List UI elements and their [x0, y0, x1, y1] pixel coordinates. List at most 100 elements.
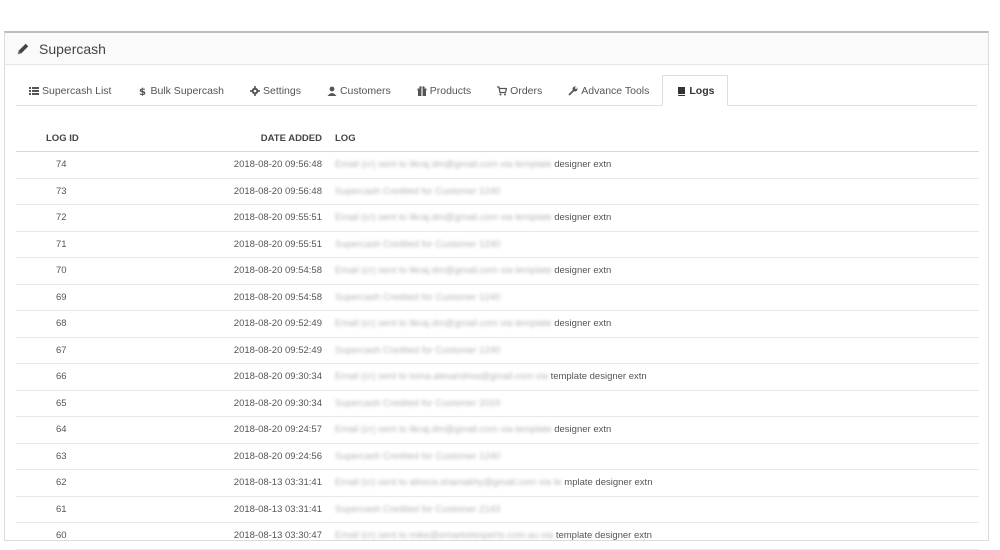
log-text: designer extn — [554, 265, 612, 277]
date-added-cell: 2018-08-13 03:31:41 — [137, 469, 334, 497]
cart-icon — [497, 85, 510, 96]
table-row: 63 2018-08-20 09:24:56 Supercash Credited … — [16, 443, 979, 470]
user-icon — [327, 86, 340, 96]
table-row: 71 2018-08-20 09:55:51 Supercash Credited … — [16, 231, 979, 258]
table-row: 67 2018-08-20 09:52:49 Supercash Credited … — [16, 337, 979, 364]
date-added-cell: 2018-08-20 09:56:48 — [137, 178, 334, 205]
list-icon — [29, 86, 42, 96]
log-text-redacted: Supercash Credited for Customer 1240 — [335, 185, 501, 197]
log-id-cell: 61 — [16, 496, 137, 523]
svg-text:$: $ — [139, 87, 146, 96]
date-added-cell: 2018-08-20 09:24:56 — [137, 443, 334, 470]
log-id-cell: 66 — [16, 363, 137, 391]
table-row: 61 2018-08-13 03:31:41 Supercash Credited … — [16, 496, 979, 523]
tab-advance-tools[interactable]: Advance Tools — [555, 76, 662, 105]
table-row: 66 2018-08-20 09:30:34 Email (cr) sent to … — [16, 363, 979, 391]
tab-label: Orders — [510, 84, 543, 97]
tab-label: Products — [429, 84, 472, 97]
log-text-redacted: Email (cr) sent to mike@emarketexperts.c… — [335, 530, 554, 542]
column-header-log-id[interactable]: LOG ID — [16, 125, 137, 152]
date-added-cell: 2018-08-20 09:52:49 — [137, 310, 334, 338]
log-text-redacted: Email (cr) sent to likraj.dm@gmail.com v… — [335, 212, 552, 224]
book-icon — [676, 86, 689, 96]
log-cell: Supercash Credited for Customer 1240 — [334, 178, 979, 205]
tab-label: Settings — [263, 84, 301, 97]
log-id-cell: 69 — [16, 284, 137, 311]
panel-title: Supercash — [39, 40, 106, 57]
log-id-cell: 65 — [16, 390, 137, 417]
date-added-cell: 2018-08-20 09:55:51 — [137, 204, 334, 232]
date-added-cell: 2018-08-20 09:54:58 — [137, 257, 334, 285]
log-id-cell: 67 — [16, 337, 137, 364]
log-text-redacted: Email (cr) sent to likraj.dm@gmail.com v… — [335, 424, 552, 436]
log-id-cell: 73 — [16, 178, 137, 205]
log-text-redacted: Supercash Credited for Customer 2143 — [335, 503, 501, 515]
tab-orders[interactable]: Orders — [484, 76, 555, 105]
log-cell: Email (cr) sent to toma.alexandrea@gmail… — [334, 363, 979, 391]
log-text-redacted: Supercash Credited for Customer 1240 — [335, 291, 501, 303]
pencil-icon — [17, 43, 29, 54]
tab-label: Bulk Supercash — [150, 84, 225, 97]
dollar-icon: $ — [137, 86, 150, 96]
tab-bulk-supercash[interactable]: $ Bulk Supercash — [124, 76, 237, 105]
column-header-date-added[interactable]: DATE ADDED — [137, 125, 334, 152]
log-cell: Email (cr) sent to alireza.shamakhy@gmai… — [334, 469, 979, 497]
log-id-cell: 68 — [16, 310, 137, 338]
supercash-panel: Supercash Supercash List $ Bulk Supercash S… — [4, 31, 989, 550]
date-added-cell: 2018-08-20 09:30:34 — [137, 363, 334, 391]
log-text-redacted: Supercash Credited for Customer 1240 — [335, 450, 501, 462]
gift-icon — [417, 85, 430, 96]
log-id-cell: 74 — [16, 151, 137, 179]
table-row: 62 2018-08-13 03:31:41 Email (cr) sent to … — [16, 469, 979, 497]
log-cell: Supercash Credited for Customer 1240 — [334, 284, 979, 311]
log-cell: Supercash Credited for Customer 1240 — [334, 231, 979, 258]
log-id-cell: 64 — [16, 416, 137, 444]
table-row: 70 2018-08-20 09:54:58 Email (cr) sent to … — [16, 257, 979, 285]
tab-label: Logs — [689, 84, 715, 97]
logs-table: LOG ID DATE ADDED LOG 74 2018-08-20 09:56… — [16, 125, 979, 550]
log-text-redacted: Email (cr) sent to alireza.shamakhy@gmai… — [335, 477, 562, 489]
log-id-cell: 60 — [16, 522, 137, 550]
log-text-redacted: Supercash Credited for Customer 2019 — [335, 397, 501, 409]
log-cell: Supercash Credited for Customer 1240 — [334, 443, 979, 470]
log-cell: Email (cr) sent to likraj.dm@gmail.com v… — [334, 151, 979, 179]
date-added-cell: 2018-08-20 09:55:51 — [137, 231, 334, 258]
date-added-cell: 2018-08-20 09:24:57 — [137, 416, 334, 444]
log-text-redacted: Email (cr) sent to likraj.dm@gmail.com v… — [335, 159, 552, 171]
log-cell: Email (cr) sent to likraj.dm@gmail.com v… — [334, 416, 979, 444]
tab-supercash-list[interactable]: Supercash List — [16, 76, 124, 105]
table-row: 72 2018-08-20 09:55:51 Email (cr) sent to … — [16, 204, 979, 232]
date-added-cell: 2018-08-20 09:30:34 — [137, 390, 334, 417]
log-id-cell: 71 — [16, 231, 137, 258]
table-row: 68 2018-08-20 09:52:49 Email (cr) sent to … — [16, 310, 979, 338]
date-added-cell: 2018-08-20 09:54:58 — [137, 284, 334, 311]
tab-customers[interactable]: Customers — [314, 76, 404, 105]
column-header-log[interactable]: LOG — [334, 125, 979, 152]
tab-logs[interactable]: Logs — [662, 75, 729, 106]
log-cell: Supercash Credited for Customer 1240 — [334, 337, 979, 364]
log-id-cell: 63 — [16, 443, 137, 470]
log-text-redacted: Email (cr) sent to likraj.dm@gmail.com v… — [335, 318, 552, 330]
tab-settings[interactable]: Settings — [237, 76, 314, 105]
date-added-cell: 2018-08-13 03:30:47 — [137, 522, 334, 550]
tab-label: Supercash List — [42, 84, 112, 97]
tab-products[interactable]: Products — [404, 76, 484, 105]
log-text-redacted: Supercash Credited for Customer 1240 — [335, 344, 501, 356]
date-added-cell: 2018-08-13 03:31:41 — [137, 496, 334, 523]
table-row: 74 2018-08-20 09:56:48 Email (cr) sent to … — [16, 151, 979, 179]
log-id-cell: 62 — [16, 469, 137, 497]
log-cell: Supercash Credited for Customer 2019 — [334, 390, 979, 417]
log-cell: Email (cr) sent to mike@emarketexperts.c… — [334, 522, 979, 550]
log-text: designer extn — [554, 424, 612, 436]
log-text: designer extn — [554, 318, 612, 330]
tab-label: Advance Tools — [581, 84, 650, 97]
table-row: 73 2018-08-20 09:56:48 Supercash Credited … — [16, 178, 979, 205]
log-text-redacted: Supercash Credited for Customer 1240 — [335, 238, 501, 250]
log-text: template designer extn — [555, 530, 652, 542]
table-row: 65 2018-08-20 09:30:34 Supercash Credited … — [16, 390, 979, 417]
table-row: 69 2018-08-20 09:54:58 Supercash Credited … — [16, 284, 979, 311]
table-header-row: LOG ID DATE ADDED LOG — [16, 125, 979, 152]
panel-heading: Supercash — [5, 33, 988, 65]
date-added-cell: 2018-08-20 09:56:48 — [137, 151, 334, 179]
log-text: designer extn — [554, 212, 612, 224]
